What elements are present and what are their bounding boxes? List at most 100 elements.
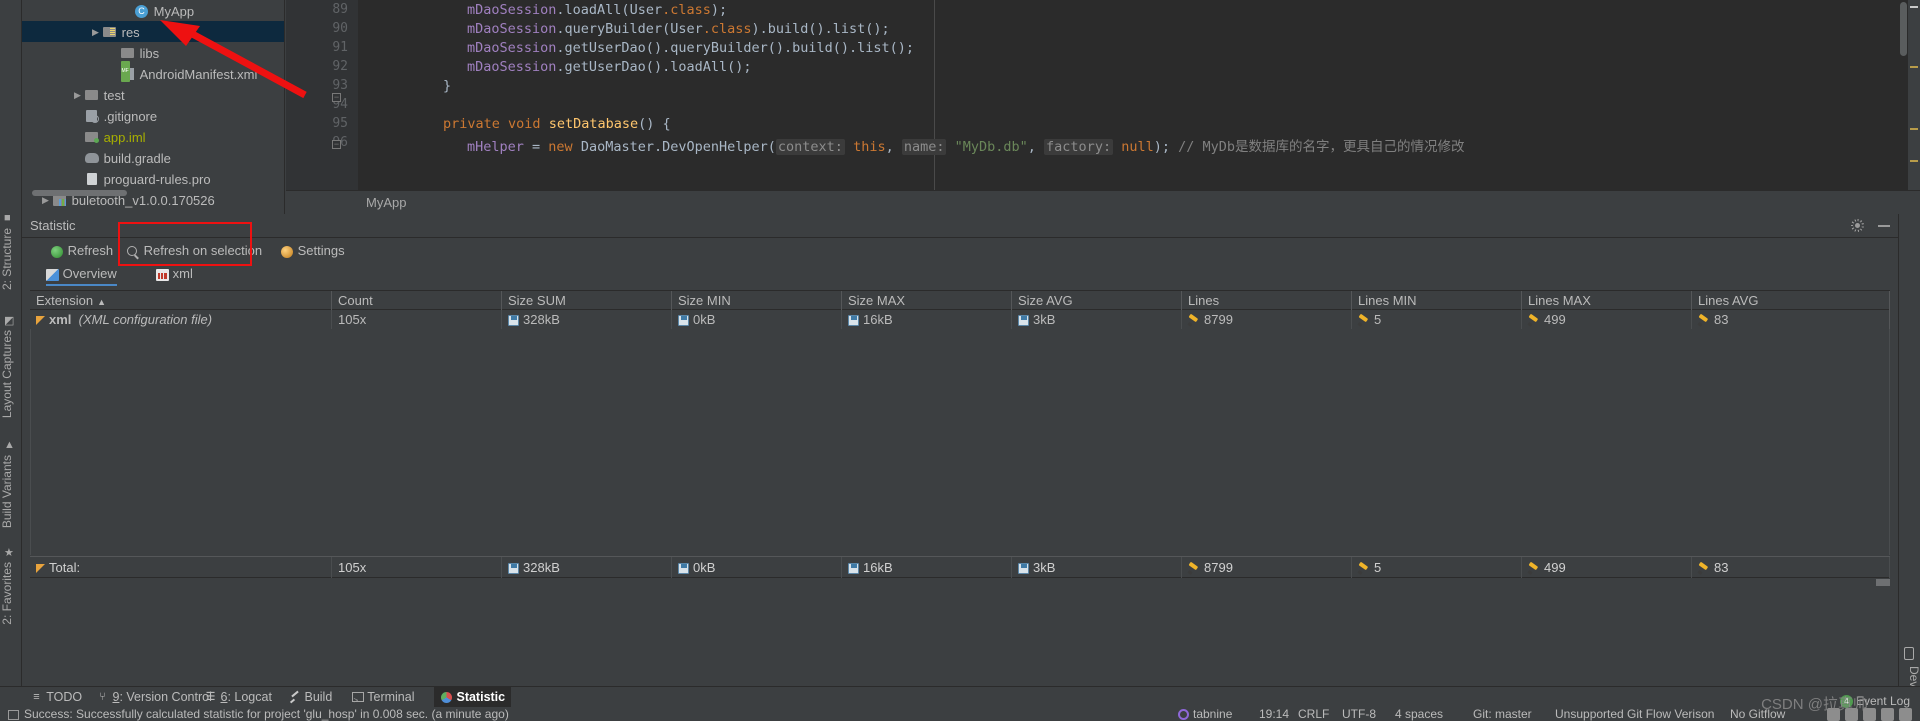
tool-strip-layout-captures[interactable]: Layout Captures (0, 330, 22, 418)
pen-icon (1528, 315, 1540, 326)
trash-icon[interactable] (1899, 708, 1912, 721)
subtab-label: xml (172, 266, 193, 281)
total-cell-value: 499 (1544, 560, 1566, 575)
cell-value: 83 (1714, 312, 1729, 327)
code-token: .getUserDao().loadAll(); (556, 59, 752, 75)
bottom-tab-statistic[interactable]: Statistic (434, 687, 512, 708)
status-item-crlf[interactable]: CRLF (1298, 707, 1329, 721)
tree-item-test[interactable]: ▶ test (22, 84, 284, 105)
disk-icon (678, 315, 689, 327)
bottom-tab-build[interactable]: Build (282, 687, 338, 708)
cell-value: 105x (338, 312, 367, 327)
column-header-size-min[interactable]: Size MIN (672, 291, 842, 311)
column-header-size-avg[interactable]: Size AVG (1012, 291, 1182, 311)
marker-warning-2 (1910, 128, 1918, 130)
project-tree-pane[interactable]: C MyApp▶ res libs AndroidManifest.xml▶ t… (22, 0, 285, 214)
column-header-lines-min[interactable]: Lines MIN (1352, 291, 1522, 311)
tree-item-proguard-rules-pro[interactable]: proguard-rules.pro (22, 168, 284, 189)
gear-icon[interactable] (1851, 219, 1864, 233)
editor-marker-track[interactable] (1908, 0, 1920, 190)
folder-res-icon (103, 27, 116, 38)
expand-arrow-icon[interactable]: ▶ (72, 85, 83, 106)
tree-item-libs[interactable]: libs (22, 42, 284, 63)
column-header-lines[interactable]: Lines (1182, 291, 1352, 311)
project-tree-hscrollbar[interactable] (32, 190, 127, 196)
tree-item-res[interactable]: ▶ res (22, 21, 284, 42)
code-token: null (1121, 139, 1154, 155)
statistic-tool-window: Statistic Refresh Refresh on selection S… (22, 214, 1898, 686)
tree-item-myapp[interactable]: C MyApp (22, 0, 284, 21)
refresh-on-selection-button[interactable]: Refresh on selection (126, 242, 262, 260)
code-token: setDatabase (548, 116, 639, 132)
status-item-tabnine[interactable]: tabnine (1178, 707, 1232, 721)
status-item-4-spaces[interactable]: 4 spaces (1395, 707, 1443, 721)
column-header-extension[interactable]: Extension ▲ (30, 291, 332, 311)
fold-collapse-icon-93[interactable]: − (332, 93, 341, 102)
fold-collapse-icon-95[interactable]: − (332, 140, 341, 149)
code-token: .queryBuilder( (556, 21, 671, 37)
total-cell-size-min: 0kB (672, 557, 842, 578)
status-item-utf-8[interactable]: UTF-8 (1342, 707, 1376, 721)
column-header-label: Lines MAX (1528, 293, 1591, 308)
subtab-xml[interactable]: xml (156, 264, 193, 286)
watermark: CSDN @拉真帅 (1761, 696, 1868, 713)
column-header-size-max[interactable]: Size MAX (842, 291, 1012, 311)
cell-size-avg: 3kB (1012, 310, 1182, 329)
settings-button[interactable]: Settings (280, 242, 345, 260)
column-header-label: Size AVG (1018, 293, 1073, 308)
total-cell-value: 5 (1374, 560, 1382, 575)
code-token: User (670, 21, 703, 37)
breadcrumb[interactable]: MyApp (366, 195, 406, 210)
table-row[interactable]: xml (XML configuration file) 105x 328kB 0kB… (30, 310, 1890, 329)
status-item-git-master[interactable]: Git: master (1473, 707, 1532, 721)
bottom-tool-tabs: ≡ TODO ⑂ 9: Version Control ☰ 6: Logcat Bu… (0, 686, 1920, 711)
tree-item-build-gradle[interactable]: build.gradle (22, 147, 284, 168)
code-line: private void setDatabase() { (443, 116, 671, 132)
column-header-count[interactable]: Count (332, 291, 502, 311)
subtab-overview[interactable]: Overview (46, 264, 117, 286)
cell-size-sum: 328kB (502, 310, 672, 329)
expand-arrow-icon[interactable]: ▶ (90, 22, 101, 43)
refresh-on-selection-icon (127, 246, 139, 258)
total-cell-lines-min: 5 (1352, 557, 1522, 578)
bottom-tab-terminal[interactable]: Terminal (345, 687, 421, 711)
total-cell-lines-avg: 83 (1692, 557, 1890, 578)
total-cell-extension: Total: (30, 557, 332, 578)
code-editor[interactable]: 8990919293949596 − − mDaoSession.loadAll… (286, 0, 1920, 214)
memory-icon[interactable] (1881, 708, 1894, 721)
overview-icon (46, 268, 59, 281)
tool-strip-2-favorites[interactable]: 2: Favorites (0, 562, 22, 625)
total-cell-value: Total: (49, 560, 81, 575)
library-icon (53, 194, 66, 206)
table-horizontal-scrollbar[interactable] (30, 579, 1890, 586)
column-header-size-sum[interactable]: Size SUM (502, 291, 672, 311)
code-token: .loadAll( (556, 2, 630, 18)
column-header-lines-avg[interactable]: Lines AVG (1692, 291, 1890, 311)
total-cell-size-max: 16kB (842, 557, 1012, 578)
column-header-lines-max[interactable]: Lines MAX (1522, 291, 1692, 311)
ide-window: C MyApp▶ res libs AndroidManifest.xml▶ t… (0, 0, 1920, 721)
tree-item-androidmanifest-xml[interactable]: AndroidManifest.xml (22, 61, 284, 84)
code-line: mHelper = new DaoMaster.DevOpenHelper(co… (467, 135, 1465, 155)
statistic-panel-header: Statistic (22, 214, 1898, 238)
tree-item--gitignore[interactable]: .gitignore (22, 105, 284, 126)
code-token: .class (662, 2, 711, 18)
code-text-area[interactable]: mDaoSession.loadAll(User.class); mDaoSess… (358, 0, 1920, 190)
tool-strip-label: 2: Favorites (0, 562, 14, 625)
param-hint: context: (775, 139, 845, 155)
bottom-tab-label: Statistic (456, 690, 506, 704)
editor-vertical-scrollbar[interactable] (1900, 2, 1907, 56)
status-item-19-14[interactable]: 19:14 (1259, 707, 1289, 721)
flag-icon (36, 316, 45, 326)
minimize-icon[interactable] (1878, 224, 1890, 227)
status-item-unsupported-git-flow-verison[interactable]: Unsupported Git Flow Verison (1555, 707, 1714, 721)
tree-item-app-iml[interactable]: app.iml (22, 126, 284, 147)
bottom-tab-todo[interactable]: ≡ TODO (24, 687, 88, 708)
statistic-icon (440, 687, 453, 708)
refresh-button[interactable]: Refresh (50, 242, 113, 260)
tool-strip-build-variants[interactable]: Build Variants (0, 455, 22, 528)
bottom-tab-logcat[interactable]: ☰ 6: Logcat (198, 687, 278, 708)
tool-strip-label: Build Variants (0, 455, 14, 529)
tool-strip-2-structure[interactable]: 2: Structure (0, 228, 22, 290)
